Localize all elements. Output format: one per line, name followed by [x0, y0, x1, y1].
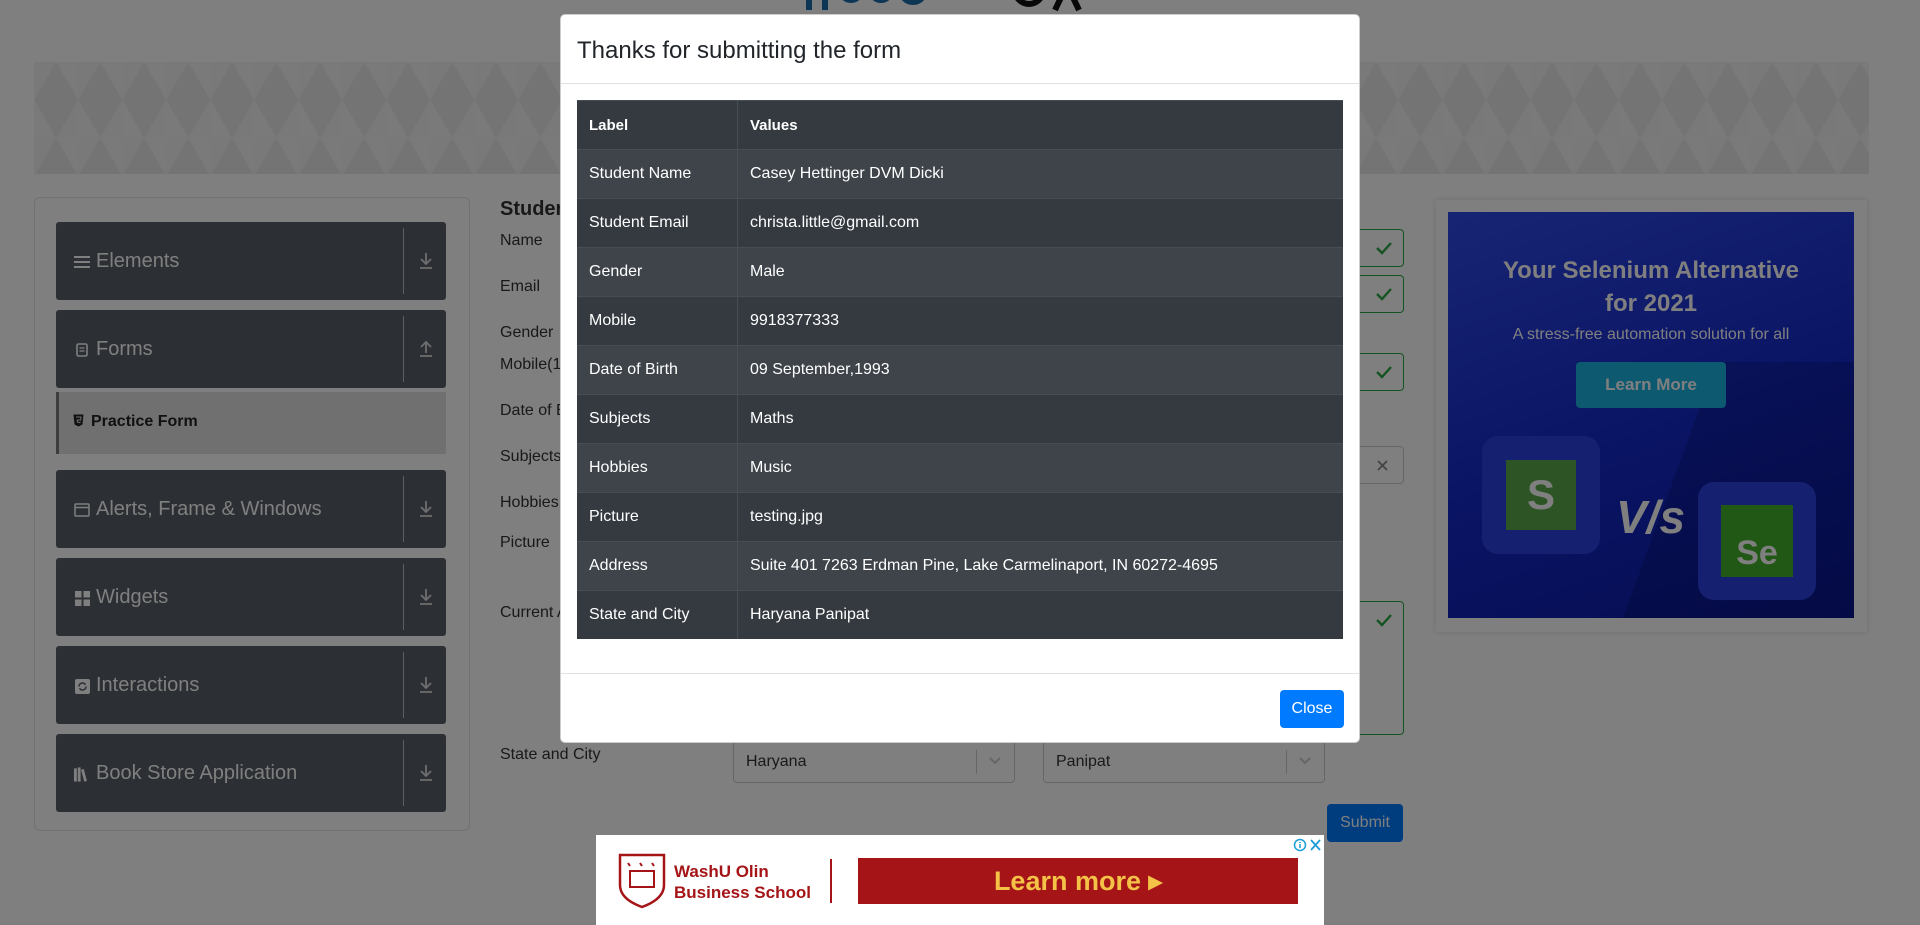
submission-modal: Thanks for submitting the form Label Val…: [560, 14, 1360, 743]
row-label: Mobile: [577, 296, 738, 346]
row-value: Music: [737, 443, 1343, 493]
divider: [830, 859, 832, 903]
table-row: State and City Haryana Panipat: [577, 590, 1343, 639]
university-crest-icon: [618, 853, 666, 909]
table-row: Date of Birth 09 September,1993: [577, 345, 1343, 395]
row-value: 09 September,1993: [737, 345, 1343, 395]
table-row: Subjects Maths: [577, 394, 1343, 444]
row-label: State and City: [577, 590, 738, 639]
row-label: Gender: [577, 247, 738, 297]
row-label: Date of Birth: [577, 345, 738, 395]
row-value: Maths: [737, 394, 1343, 444]
column-header: Label: [577, 100, 738, 150]
modal-title: Thanks for submitting the form: [577, 37, 902, 64]
row-value: christa.little@gmail.com: [737, 198, 1343, 248]
row-value: Male: [737, 247, 1343, 297]
row-label: Student Email: [577, 198, 738, 248]
table-row: Student Email christa.little@gmail.com: [577, 198, 1343, 248]
row-label: Subjects: [577, 394, 738, 444]
washu-olin-ad[interactable]: WashU Olin Business School Learn more ▸: [596, 835, 1324, 925]
modal-header: Thanks for submitting the form: [561, 15, 1359, 84]
table-header-row: Label Values: [577, 100, 1343, 150]
row-value: Haryana Panipat: [737, 590, 1343, 639]
close-button[interactable]: Close: [1280, 690, 1344, 728]
row-label: Address: [577, 541, 738, 591]
table-row: Hobbies Music: [577, 443, 1343, 493]
row-label: Student Name: [577, 149, 738, 199]
table-row: Gender Male: [577, 247, 1343, 297]
table-row: Student Name Casey Hettinger DVM Dicki: [577, 149, 1343, 199]
row-value: Casey Hettinger DVM Dicki: [737, 149, 1343, 199]
row-value: Suite 401 7263 Erdman Pine, Lake Carmeli…: [737, 541, 1343, 591]
page: Elements Forms Practice Form Alerts, Fra…: [0, 0, 1920, 925]
table-row: Mobile 9918377333: [577, 296, 1343, 346]
submission-table: Label Values Student Name Casey Hettinger…: [577, 100, 1343, 639]
adchoices-icon[interactable]: [1292, 837, 1322, 853]
column-header: Values: [737, 100, 1343, 150]
row-value: 9918377333: [737, 296, 1343, 346]
ad-brand-line2: Business School: [674, 883, 811, 902]
row-label: Picture: [577, 492, 738, 542]
table-row: Picture testing.jpg: [577, 492, 1343, 542]
modal-footer-divider: [561, 673, 1359, 674]
table-row: Address Suite 401 7263 Erdman Pine, Lake …: [577, 541, 1343, 591]
learn-more-button[interactable]: Learn more ▸: [858, 858, 1298, 904]
ad-brand: WashU Olin Business School: [674, 861, 811, 903]
ad-brand-line1: WashU Olin: [674, 862, 769, 881]
row-label: Hobbies: [577, 443, 738, 493]
row-value: testing.jpg: [737, 492, 1343, 542]
